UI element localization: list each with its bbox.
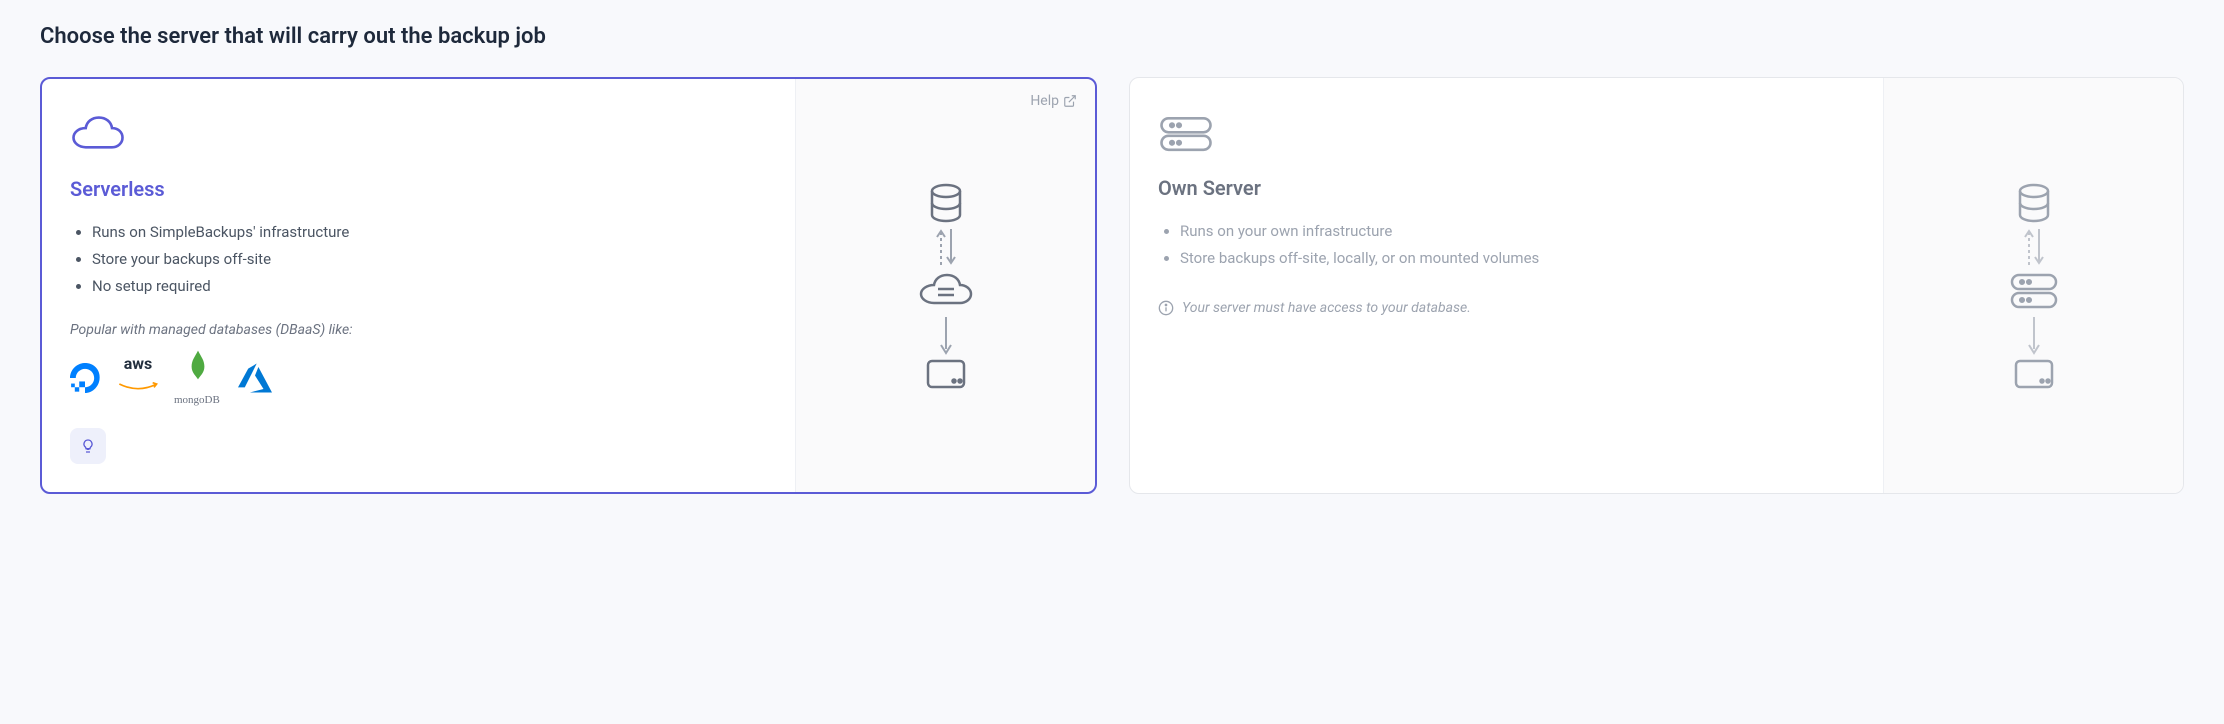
- aws-logo: aws: [118, 354, 158, 403]
- bullet-item: Runs on SimpleBackups' infrastructure: [92, 219, 767, 246]
- bidirectional-arrow-icon: [2019, 225, 2049, 269]
- bullet-item: Runs on your own infrastructure: [1180, 218, 1855, 245]
- azure-logo: [238, 363, 272, 393]
- provider-logos: aws mongoDB: [70, 350, 767, 406]
- storage-icon: [924, 357, 968, 391]
- server-stack-icon: [1158, 114, 1855, 158]
- help-label: Help: [1030, 93, 1059, 109]
- serverless-diagram: [916, 181, 976, 391]
- database-icon: [924, 181, 968, 225]
- own-server-diagram: [2008, 181, 2060, 391]
- cloud-server-icon: [916, 269, 976, 313]
- mongodb-logo: mongoDB: [176, 350, 220, 406]
- server-unit-icon: [2008, 269, 2060, 313]
- serverless-diagram-panel: Help: [795, 79, 1095, 492]
- database-icon: [2012, 181, 2056, 225]
- serverless-card[interactable]: Serverless Runs on SimpleBackups' infras…: [40, 77, 1097, 494]
- aws-text: aws: [124, 354, 153, 373]
- mongodb-text: mongoDB: [174, 394, 220, 406]
- serverless-bullets: Runs on SimpleBackups' infrastructure St…: [70, 219, 767, 300]
- digitalocean-logo: [70, 363, 100, 393]
- storage-icon: [2012, 357, 2056, 391]
- cloud-icon: [70, 115, 767, 159]
- bidirectional-arrow-icon: [931, 225, 961, 269]
- page-title: Choose the server that will carry out th…: [40, 24, 2184, 49]
- serverless-title: Serverless: [70, 177, 767, 201]
- own-server-diagram-panel: [1883, 78, 2183, 493]
- lightbulb-icon: [80, 438, 96, 454]
- help-link[interactable]: Help: [1030, 93, 1077, 109]
- down-arrow-icon: [936, 313, 956, 357]
- down-arrow-icon: [2024, 313, 2044, 357]
- popular-text: Popular with managed databases (DBaaS) l…: [70, 322, 767, 338]
- bullet-item: Store backups off-site, locally, or on m…: [1180, 245, 1855, 272]
- own-server-bullets: Runs on your own infrastructure Store ba…: [1158, 218, 1855, 272]
- info-icon: [1158, 300, 1174, 316]
- external-link-icon: [1063, 94, 1077, 108]
- server-choice-cards: Serverless Runs on SimpleBackups' infras…: [40, 77, 2184, 494]
- own-server-card[interactable]: Own Server Runs on your own infrastructu…: [1129, 77, 2184, 494]
- own-server-card-body: Own Server Runs on your own infrastructu…: [1130, 78, 1883, 493]
- own-server-title: Own Server: [1158, 176, 1855, 200]
- serverless-card-body: Serverless Runs on SimpleBackups' infras…: [42, 79, 795, 492]
- own-server-info-text: Your server must have access to your dat…: [1182, 300, 1471, 316]
- bullet-item: Store your backups off-site: [92, 246, 767, 273]
- bullet-item: No setup required: [92, 273, 767, 300]
- own-server-info: Your server must have access to your dat…: [1158, 300, 1855, 316]
- hint-button[interactable]: [70, 428, 106, 464]
